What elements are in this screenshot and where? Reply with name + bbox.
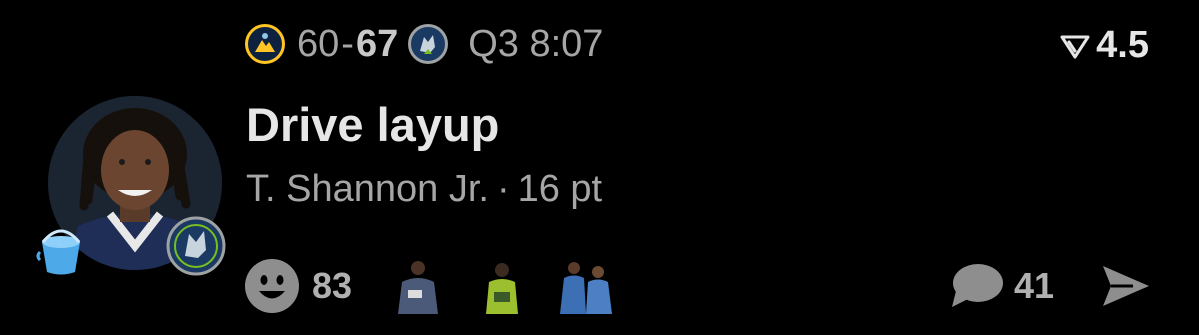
score-separator: - <box>341 22 354 65</box>
down-triangle-icon <box>1060 35 1090 58</box>
bucket-icon <box>36 229 81 275</box>
player-points: 16 pt <box>517 168 603 210</box>
play-subtitle: T. Shannon Jr. · 16 pt <box>246 168 602 211</box>
player-sticker-3[interactable] <box>558 258 614 314</box>
speech-bubble-icon <box>951 264 1003 307</box>
nuggets-logo-icon <box>245 24 285 64</box>
scoreboard[interactable]: 60 - 67 Q3 8:07 <box>245 20 603 68</box>
away-score: 60 <box>297 22 340 65</box>
timberwolves-logo-icon <box>166 216 226 276</box>
player-name[interactable]: T. Shannon Jr. <box>246 168 489 210</box>
player-sticker-2[interactable] <box>482 258 522 314</box>
send-arrow-icon[interactable] <box>1099 262 1151 310</box>
reaction-count: 83 <box>312 265 353 306</box>
react-button[interactable]: 83 <box>244 258 390 314</box>
player-sticker-1[interactable] <box>390 258 446 314</box>
subtitle-separator: · <box>496 168 510 210</box>
odds-indicator[interactable]: 4.5 <box>1060 24 1149 67</box>
comment-count: 41 <box>1013 265 1054 306</box>
smiley-face-icon <box>245 259 299 313</box>
reaction-bar: 83 <box>244 258 650 314</box>
play-title: Drive layup <box>246 98 500 151</box>
odds-value: 4.5 <box>1096 24 1149 66</box>
game-clock: Q3 8:07 <box>468 22 604 65</box>
comment-button[interactable]: 41 <box>948 258 1054 314</box>
home-score: 67 <box>355 22 399 65</box>
timberwolves-logo-icon <box>408 24 449 64</box>
